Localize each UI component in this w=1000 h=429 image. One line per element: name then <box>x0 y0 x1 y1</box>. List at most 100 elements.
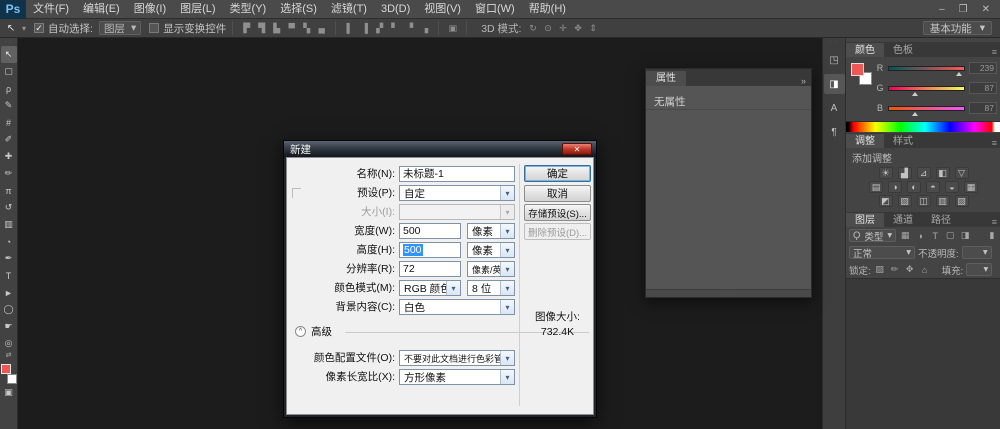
foreground-color-swatch[interactable] <box>1 364 11 374</box>
3d-drag-icon[interactable]: ✛ <box>556 23 569 34</box>
green-slider[interactable] <box>888 86 965 91</box>
lock-image-icon[interactable]: ✏ <box>889 264 901 275</box>
menu-image[interactable]: 图像(I) <box>127 0 173 19</box>
auto-select-target-dropdown[interactable]: 图层 ▾ <box>99 21 141 35</box>
history-brush-tool[interactable]: ↺ <box>1 199 17 216</box>
quick-selection-tool[interactable]: ✎ <box>1 97 17 114</box>
show-transform-checkbox[interactable] <box>149 23 159 33</box>
color-profile-dropdown[interactable]: 不要对此文档进行色彩管理 ▾ <box>399 350 515 366</box>
blue-slider[interactable] <box>888 106 965 111</box>
panel-menu-icon[interactable]: ≡ <box>992 47 1000 57</box>
shape-tool[interactable]: ◯ <box>1 301 17 318</box>
eyedropper-tool[interactable]: ✐ <box>1 131 17 148</box>
rectangular-marquee-tool[interactable]: ▢ <box>1 63 17 80</box>
auto-align-layers-icon[interactable]: ▣ <box>446 23 459 34</box>
vibrance-icon[interactable]: ▽ <box>955 167 969 179</box>
hand-tool[interactable]: ☛ <box>1 318 17 335</box>
shape-layer-filter-icon[interactable]: ▢ <box>944 230 956 241</box>
menu-select[interactable]: 选择(S) <box>273 0 324 19</box>
lock-all-icon[interactable]: ⌂ <box>919 265 931 275</box>
color-mode-dropdown[interactable]: RGB 颜色 ▾ <box>399 280 461 296</box>
opacity-dropdown[interactable]: ▾ <box>962 246 992 259</box>
ok-button[interactable]: 确定 <box>524 165 591 182</box>
selective-color-icon[interactable]: ▨ <box>955 195 969 207</box>
height-unit-dropdown[interactable]: 像素 ▾ <box>467 242 515 258</box>
lock-position-icon[interactable]: ✥ <box>904 264 916 275</box>
save-preset-button[interactable]: 存储预设(S)... <box>524 204 591 221</box>
pen-tool[interactable]: ✒ <box>1 250 17 267</box>
invert-icon[interactable]: ◩ <box>879 195 893 207</box>
align-top-edges-icon[interactable]: ▛ <box>240 23 253 34</box>
tab-styles[interactable]: 样式 <box>884 134 922 148</box>
width-input[interactable]: 500 <box>399 223 461 239</box>
menu-filter[interactable]: 滤镜(T) <box>324 0 374 19</box>
name-input[interactable]: 未标题-1 <box>399 166 515 182</box>
brush-tool[interactable]: ✏ <box>1 165 17 182</box>
menu-layer[interactable]: 图层(L) <box>173 0 222 19</box>
workspace-switcher[interactable]: 基本功能 ▾ <box>923 21 992 35</box>
spot-healing-brush-tool[interactable]: ✚ <box>1 148 17 165</box>
color-lookup-icon[interactable]: ▦ <box>964 181 978 193</box>
character-panel-icon[interactable]: A <box>824 98 845 118</box>
channel-mixer-icon[interactable]: ◒ <box>945 181 959 193</box>
resolution-input[interactable]: 72 <box>399 261 461 277</box>
3d-rotate-icon[interactable]: ↻ <box>526 23 539 34</box>
pixel-layer-filter-icon[interactable]: ▦ <box>899 230 911 241</box>
tab-color[interactable]: 颜色 <box>846 43 884 57</box>
filter-switch-icon[interactable]: ▮ <box>986 230 998 241</box>
height-input[interactable]: 500 <box>399 242 461 258</box>
zoom-tool[interactable]: ◎ <box>1 335 17 352</box>
move-tool[interactable]: ↖ <box>1 46 17 63</box>
panel-menu-icon[interactable]: ≡ <box>992 217 1000 227</box>
blend-mode-dropdown[interactable]: 正常 ▾ <box>849 246 915 259</box>
dialog-close-button[interactable]: ✕ <box>562 143 592 155</box>
levels-icon[interactable]: ▟ <box>898 167 912 179</box>
distribute-horizontal-centers-icon[interactable]: ▝ <box>403 23 416 34</box>
menu-file[interactable]: 文件(F) <box>26 0 76 19</box>
collapse-panel-icon[interactable]: » <box>796 76 811 86</box>
tab-adjustments[interactable]: 调整 <box>846 134 884 148</box>
hue-saturation-icon[interactable]: ▤ <box>869 181 883 193</box>
properties-panel-icon[interactable]: ◨ <box>824 74 845 94</box>
background-contents-dropdown[interactable]: 白色 ▾ <box>399 299 515 315</box>
menu-window[interactable]: 窗口(W) <box>468 0 522 19</box>
bit-depth-dropdown[interactable]: 8 位 ▾ <box>467 280 515 296</box>
tab-channels[interactable]: 通道 <box>884 213 922 227</box>
tab-swatches[interactable]: 色板 <box>884 43 922 57</box>
lock-transparency-icon[interactable]: ▨ <box>874 264 886 275</box>
swap-colors-icon[interactable]: ⇄ <box>6 352 12 360</box>
distribute-bottom-edges-icon[interactable]: ▞ <box>373 23 386 34</box>
cancel-button[interactable]: 取消 <box>524 185 591 202</box>
menu-3d[interactable]: 3D(D) <box>374 0 417 19</box>
resolution-unit-dropdown[interactable]: 像素/英寸 ▾ <box>467 261 515 277</box>
3d-roll-icon[interactable]: ⊙ <box>541 23 554 34</box>
photo-filter-icon[interactable]: ◓ <box>926 181 940 193</box>
filter-type-dropdown[interactable]: Ϙ 类型 ▾ <box>849 229 896 242</box>
3d-scale-icon[interactable]: ⇕ <box>586 23 599 34</box>
3d-slide-icon[interactable]: ✥ <box>571 23 584 34</box>
distribute-left-edges-icon[interactable]: ▘ <box>388 23 401 34</box>
color-balance-icon[interactable]: ◑ <box>888 181 902 193</box>
fill-dropdown[interactable]: ▾ <box>966 263 992 276</box>
preset-dropdown[interactable]: 自定 ▾ <box>399 185 515 201</box>
panel-grip[interactable]: ∙ ∙ <box>830 38 838 46</box>
gradient-map-icon[interactable]: ▥ <box>936 195 950 207</box>
adjustment-layer-filter-icon[interactable]: ◑ <box>914 231 926 241</box>
blue-value-field[interactable]: 87 <box>969 102 997 114</box>
clone-stamp-tool[interactable]: π <box>1 182 17 199</box>
menu-help[interactable]: 帮助(H) <box>522 0 573 19</box>
blur-tool[interactable]: ◔ <box>1 233 17 250</box>
background-color-swatch[interactable] <box>7 374 17 384</box>
foreground-color-swatch[interactable] <box>851 63 864 76</box>
advanced-toggle-icon[interactable]: ^ <box>295 326 306 337</box>
panel-resize-handle[interactable]: ∙ ∙ <box>646 289 811 297</box>
type-tool[interactable]: T <box>1 267 17 284</box>
width-unit-dropdown[interactable]: 像素 ▾ <box>467 223 515 239</box>
align-left-edges-icon[interactable]: ▀ <box>285 23 298 33</box>
distribute-vertical-centers-icon[interactable]: ▐ <box>358 23 371 33</box>
align-right-edges-icon[interactable]: ▄ <box>315 23 328 33</box>
tab-paths[interactable]: 路径 <box>922 213 960 227</box>
red-value-field[interactable]: 239 <box>969 62 997 74</box>
path-selection-tool[interactable]: ► <box>1 284 17 301</box>
close-icon[interactable]: ✕ <box>982 4 990 15</box>
